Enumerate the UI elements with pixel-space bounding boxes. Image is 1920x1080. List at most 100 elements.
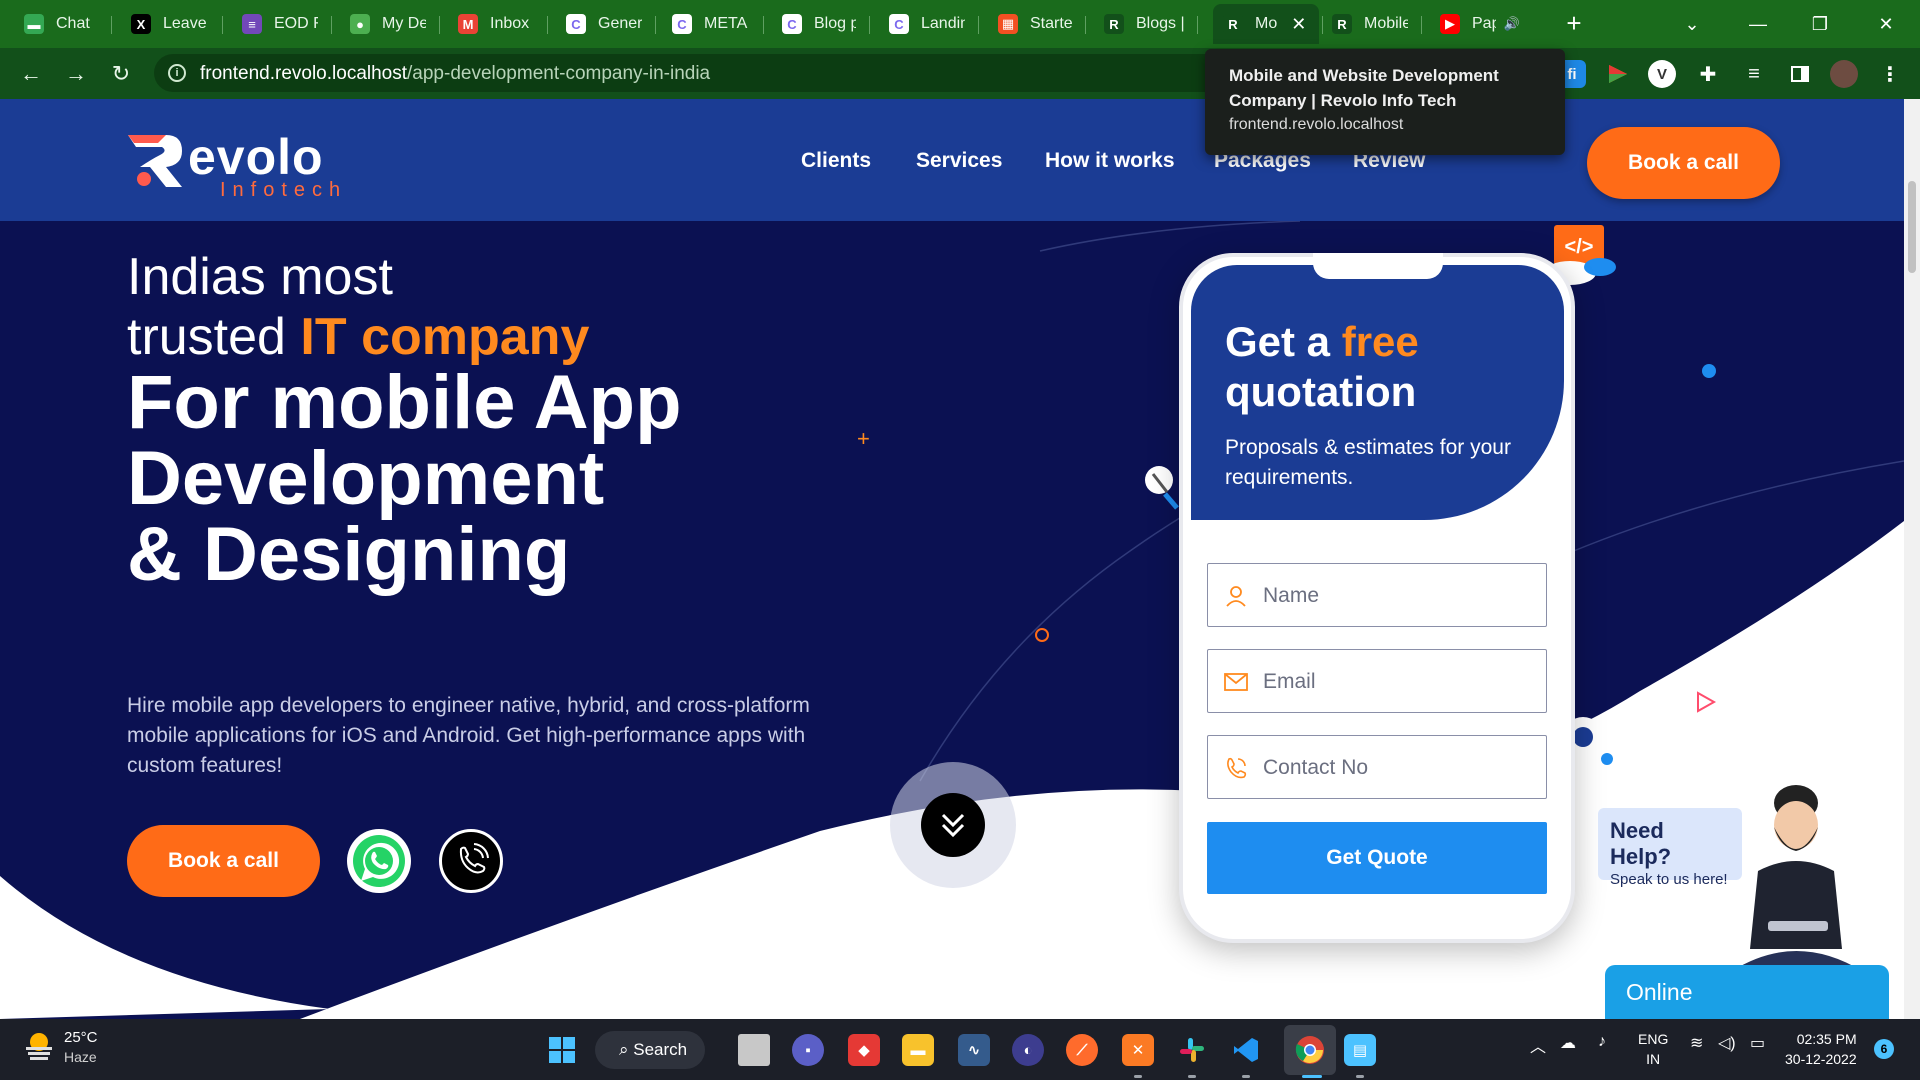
battery-icon[interactable]: ▭ <box>1750 1033 1765 1053</box>
windows-start-icon[interactable] <box>546 1034 578 1066</box>
revolo-logo[interactable]: evolo Infotech <box>126 129 356 201</box>
hero-book-call-button[interactable]: Book a call <box>127 825 320 897</box>
scroll-down-button[interactable] <box>890 762 1016 888</box>
extensions-puzzle-icon[interactable]: ✚ <box>1694 60 1722 88</box>
taskbar-search[interactable]: ⌕ Search <box>595 1031 705 1069</box>
browser-tab[interactable]: ▦ Starter <box>988 4 1082 44</box>
weather-widget[interactable]: 25°C Haze <box>22 1029 98 1068</box>
close-tab-icon[interactable]: ✕ <box>1291 14 1306 35</box>
browser-tab[interactable]: R Mobile <box>1322 4 1418 44</box>
youtube-icon: ▶ <box>1440 14 1460 34</box>
task-view-icon[interactable] <box>738 1034 770 1066</box>
email-field[interactable] <box>1207 649 1547 713</box>
notepad-icon[interactable]: ▤ <box>1344 1034 1376 1066</box>
nav-clients[interactable]: Clients <box>801 149 871 173</box>
tray-chevron-up-icon[interactable]: ︿ <box>1530 1033 1546 1057</box>
site-info-icon[interactable]: i <box>168 64 186 82</box>
tab-label: Landing <box>921 15 965 32</box>
browser-tab[interactable]: M Inbox ( <box>448 4 544 44</box>
reload-icon[interactable]: ↻ <box>104 57 138 91</box>
chrome-icon[interactable] <box>1294 1034 1326 1066</box>
extension-colorful-icon[interactable] <box>1604 60 1632 88</box>
chat-online-button[interactable]: Online <box>1605 965 1889 1019</box>
tab-label: META a <box>704 15 750 32</box>
tab-label: Starter <box>1030 15 1072 32</box>
extension-v-icon[interactable]: V <box>1648 60 1676 88</box>
volume-icon[interactable]: ◁) <box>1718 1033 1736 1053</box>
contact-input[interactable] <box>1263 750 1533 786</box>
tab-search-chevron-icon[interactable]: ⌄ <box>1672 6 1712 42</box>
weather-temp: 25°C <box>64 1029 98 1046</box>
quote-form-card: Get a free quotation Proposals & estimat… <box>1179 253 1575 943</box>
new-tab-button[interactable]: + <box>1560 8 1588 40</box>
onedrive-cloud-icon[interactable]: ☁ <box>1560 1033 1576 1053</box>
side-panel-icon[interactable] <box>1786 60 1814 88</box>
notification-badge[interactable]: 6 <box>1874 1039 1894 1059</box>
phone-icon <box>1227 757 1247 779</box>
browser-tab[interactable]: ● My Des <box>340 4 436 44</box>
need-help-bubble[interactable]: Need Help? Speak to us here! <box>1598 808 1742 888</box>
file-explorer-icon[interactable]: ▬ <box>902 1034 934 1066</box>
language-indicator[interactable]: ENG IN <box>1638 1029 1668 1069</box>
restore-button[interactable]: ❐ <box>1800 6 1840 42</box>
revolo-r-mark-icon <box>128 135 182 187</box>
quote-subtitle: Proposals & estimates for your requireme… <box>1225 436 1511 489</box>
back-arrow-icon[interactable]: ← <box>14 57 48 91</box>
address-bar[interactable]: i frontend.revolo.localhost/app-developm… <box>154 54 1264 92</box>
browser-tab-bar: ▬ Chat X Leave & ≡ EOD Fo ● My Des M Inbox ( C Gene… <box>0 0 1920 48</box>
browser-tab[interactable]: ≡ EOD Fo <box>232 4 328 44</box>
whatsapp-icon[interactable] <box>347 829 411 893</box>
browser-tab[interactable]: ▶ Pap 🔊 <box>1430 4 1530 44</box>
menu-kebab-icon[interactable]: ⋮ <box>1876 60 1904 88</box>
nav-services[interactable]: Services <box>916 149 1002 173</box>
page-scrollbar[interactable] <box>1904 99 1920 1019</box>
tab-audio-icon[interactable]: 🔊 <box>1504 16 1520 32</box>
url-text[interactable]: frontend.revolo.localhost/app-developmen… <box>200 63 710 85</box>
phone-notch <box>1313 253 1443 279</box>
user-icon <box>1226 586 1246 607</box>
rocket-decoration-icon <box>1145 466 1179 510</box>
site-header: evolo Infotech Clients Services How it w… <box>0 99 1904 221</box>
xampp-icon[interactable]: ✕ <box>1122 1034 1154 1066</box>
slack-icon[interactable] <box>1176 1034 1208 1066</box>
browser-tab[interactable]: R Blogs | <box>1094 4 1194 44</box>
close-window-button[interactable]: ✕ <box>1866 6 1906 42</box>
vscode-icon[interactable] <box>1230 1034 1262 1066</box>
tab-label: Blog pa <box>814 15 856 32</box>
globe-icon: ● <box>350 14 370 34</box>
browser-tab[interactable]: ▬ Chat <box>14 4 108 44</box>
forward-arrow-icon[interactable]: → <box>59 57 93 91</box>
browser-tab[interactable]: C META a <box>662 4 760 44</box>
name-field[interactable] <box>1207 563 1547 627</box>
tooltip-url: frontend.revolo.localhost <box>1229 116 1404 133</box>
gmail-icon: M <box>458 14 478 34</box>
browser-tab[interactable]: C Landing <box>879 4 975 44</box>
taskbar-clock[interactable]: 02:35 PM 30-12-2022 <box>1785 1029 1857 1069</box>
tab-label: EOD Fo <box>274 15 318 32</box>
browser-tab[interactable]: X Leave & <box>121 4 219 44</box>
header-book-call-button[interactable]: Book a call <box>1587 127 1780 199</box>
eclipse-icon[interactable]: ◐ <box>1012 1034 1044 1066</box>
get-quote-button[interactable]: Get Quote <box>1207 822 1547 894</box>
windows-taskbar: 25°C Haze ⌕ Search ▪ ◆ ▬ ∿ ◐ ⟋ ✕ ▤ ︿ ☁ ♪… <box>0 1019 1920 1080</box>
tooltip-title: Mobile and Website Development Company |… <box>1229 66 1499 110</box>
phone-call-icon[interactable] <box>439 829 503 893</box>
contact-field[interactable] <box>1207 735 1547 799</box>
scrollbar-thumb[interactable] <box>1908 181 1916 273</box>
name-input[interactable] <box>1263 578 1533 614</box>
profile-avatar[interactable] <box>1830 60 1858 88</box>
mysql-workbench-icon[interactable]: ∿ <box>958 1034 990 1066</box>
minimize-button[interactable]: — <box>1738 6 1778 42</box>
nav-how-it-works[interactable]: How it works <box>1045 149 1175 173</box>
browser-tab[interactable]: R Mo ✕ <box>1213 4 1319 44</box>
browser-tab[interactable]: C Blog pa <box>772 4 866 44</box>
teams-chat-icon[interactable]: ▪ <box>792 1034 824 1066</box>
reading-list-icon[interactable]: ≡ <box>1740 60 1768 88</box>
logo-subtext: Infotech <box>220 179 348 201</box>
browser-tab[interactable]: C General <box>556 4 652 44</box>
wifi-icon[interactable]: ≋ <box>1690 1033 1703 1053</box>
anydesk-icon[interactable]: ◆ <box>848 1034 880 1066</box>
email-input[interactable] <box>1263 664 1533 700</box>
microphone-icon[interactable]: ♪ <box>1598 1033 1606 1051</box>
postman-icon[interactable]: ⟋ <box>1066 1034 1098 1066</box>
